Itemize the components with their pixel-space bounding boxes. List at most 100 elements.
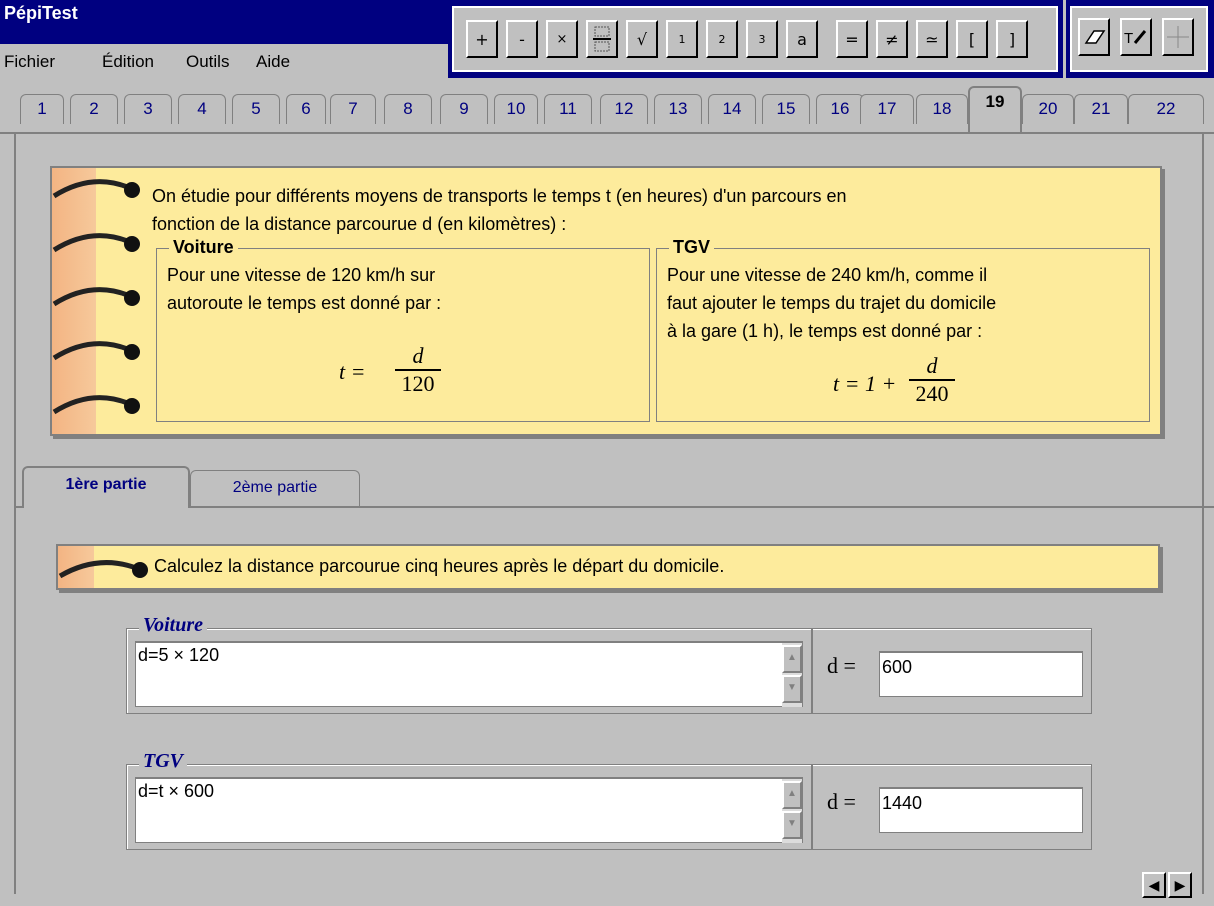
crosshair-icon[interactable] bbox=[1162, 18, 1194, 56]
tab-17[interactable]: 17 bbox=[860, 94, 914, 124]
tab-11[interactable]: 11 bbox=[544, 94, 592, 124]
spiral-rings-icon bbox=[52, 179, 140, 415]
exponent-2-icon[interactable]: 2 bbox=[706, 20, 738, 58]
voiture-line-1: Pour une vitesse de 120 km/h sur bbox=[167, 265, 436, 285]
answer-tgv: TGV d=t × 600 ▲ ▼ d = 1440 bbox=[126, 750, 1092, 850]
voiture-line-2: autoroute le temps est donné par : bbox=[167, 293, 442, 313]
scroll-up-icon[interactable]: ▲ bbox=[782, 645, 802, 673]
plus-icon[interactable]: + bbox=[466, 20, 498, 58]
tgv-groupbox: TGV Pour une vitesse de 240 km/h, comme … bbox=[656, 237, 1150, 422]
approx-icon[interactable]: ≃ bbox=[916, 20, 948, 58]
scroll-up-icon[interactable]: ▲ bbox=[782, 781, 802, 809]
tab-16[interactable]: 16 bbox=[816, 94, 864, 124]
exp2-label: 2 bbox=[718, 32, 726, 46]
not-equal-icon[interactable]: ≠ bbox=[876, 20, 908, 58]
tab-9[interactable]: 9 bbox=[440, 94, 488, 124]
tab-12[interactable]: 12 bbox=[600, 94, 648, 124]
tgv-description: Pour une vitesse de 240 km/h, comme il f… bbox=[667, 261, 996, 345]
menu-edition[interactable]: Édition bbox=[102, 52, 154, 72]
app-title: PépiTest bbox=[4, 3, 78, 23]
eraser-icon[interactable] bbox=[1078, 18, 1110, 56]
right-bracket-label: ] bbox=[1008, 29, 1016, 49]
result-label-tgv: d = bbox=[827, 789, 856, 814]
work-text-voiture: d=5 × 120 bbox=[138, 645, 220, 665]
math-toolbar: + - × √ 1 2 3 a = ≠ ≃ [ ] bbox=[448, 0, 1063, 78]
part-tab-divider bbox=[14, 506, 1214, 508]
tab-10[interactable]: 10 bbox=[494, 94, 538, 124]
exponent-3-icon[interactable]: 3 bbox=[746, 20, 778, 58]
left-bracket-icon[interactable]: [ bbox=[956, 20, 988, 58]
tgv-title: TGV bbox=[669, 237, 715, 258]
text-pen-icon[interactable]: T bbox=[1120, 18, 1152, 56]
voiture-formula-denominator: 120 bbox=[401, 371, 435, 396]
tab-8[interactable]: 8 bbox=[384, 94, 432, 124]
prev-arrow-icon[interactable]: ◀ bbox=[1142, 872, 1166, 898]
times-icon[interactable]: × bbox=[546, 20, 578, 58]
work-scrollbar-tgv[interactable]: ▲ ▼ bbox=[782, 779, 802, 843]
power-icon[interactable]: a bbox=[786, 20, 818, 58]
times-label: × bbox=[556, 31, 568, 47]
voiture-formula-numerator: d bbox=[395, 343, 441, 371]
tab-21[interactable]: 21 bbox=[1074, 94, 1128, 124]
voiture-description: Pour une vitesse de 120 km/h sur autorou… bbox=[167, 261, 441, 317]
tgv-formula-fraction: d 240 bbox=[909, 353, 955, 407]
minus-icon[interactable]: - bbox=[506, 20, 538, 58]
svg-text:T: T bbox=[1124, 30, 1133, 47]
approx-label: ≃ bbox=[925, 29, 939, 49]
exp1-label: 1 bbox=[678, 32, 686, 46]
tab-18[interactable]: 18 bbox=[916, 94, 968, 124]
menu-bar: Fichier Édition Outils Aide bbox=[0, 44, 448, 78]
intro-line-2: fonction de la distance parcourue d (en … bbox=[152, 214, 567, 234]
intro-text: On étudie pour différents moyens de tran… bbox=[152, 182, 1152, 238]
scroll-down-icon[interactable]: ▼ bbox=[782, 811, 802, 839]
minus-label: - bbox=[519, 29, 525, 49]
tab-2[interactable]: 2 bbox=[70, 94, 118, 124]
tab-3[interactable]: 3 bbox=[124, 94, 172, 124]
work-input-tgv[interactable]: d=t × 600 ▲ ▼ bbox=[135, 777, 803, 843]
equals-label: = bbox=[845, 29, 859, 49]
tools-toolbar: T bbox=[1066, 0, 1214, 78]
equals-icon[interactable]: = bbox=[836, 20, 868, 58]
intro-notebook: On étudie pour différents moyens de tran… bbox=[50, 166, 1162, 436]
tab-1[interactable]: 1 bbox=[20, 94, 64, 124]
tab-part-1[interactable]: 1ère partie bbox=[22, 466, 190, 508]
question-text: Calculez la distance parcourue cinq heur… bbox=[154, 556, 725, 576]
exponent-1-icon[interactable]: 1 bbox=[666, 20, 698, 58]
tgv-line-2: faut ajouter le temps du trajet du domic… bbox=[667, 293, 997, 313]
scroll-down-icon[interactable]: ▼ bbox=[782, 675, 802, 703]
spiral-ring-icon bbox=[58, 560, 148, 579]
menu-outils[interactable]: Outils bbox=[186, 52, 229, 72]
menu-fichier[interactable]: Fichier bbox=[4, 52, 55, 72]
right-bracket-icon[interactable]: ] bbox=[996, 20, 1028, 58]
exp3-label: 3 bbox=[758, 32, 766, 46]
voiture-groupbox: Voiture Pour une vitesse de 120 km/h sur… bbox=[156, 237, 650, 422]
tab-part-2[interactable]: 2ème partie bbox=[190, 470, 360, 508]
answer-voiture-title: Voiture bbox=[139, 614, 208, 637]
voiture-formula-fraction: d 120 bbox=[395, 343, 441, 397]
fraction-icon[interactable] bbox=[586, 20, 618, 58]
text-pen-glyph: T bbox=[1124, 30, 1147, 47]
work-input-voiture[interactable]: d=5 × 120 ▲ ▼ bbox=[135, 641, 803, 707]
intro-line-1: On étudie pour différents moyens de tran… bbox=[152, 186, 847, 206]
menu-aide[interactable]: Aide bbox=[256, 52, 290, 72]
tab-4[interactable]: 4 bbox=[178, 94, 226, 124]
crosshair-glyph bbox=[1167, 26, 1189, 48]
result-input-voiture[interactable]: 600 bbox=[879, 651, 1083, 697]
tab-20[interactable]: 20 bbox=[1022, 94, 1074, 124]
tgv-line-3: à la gare (1 h), le temps est donné par … bbox=[667, 321, 983, 341]
sqrt-icon[interactable]: √ bbox=[626, 20, 658, 58]
work-scrollbar-voiture[interactable]: ▲ ▼ bbox=[782, 643, 802, 707]
tab-6[interactable]: 6 bbox=[286, 94, 326, 124]
fraction-glyph bbox=[593, 26, 611, 52]
part-tabs: 1ère partie 2ème partie bbox=[14, 466, 1200, 508]
result-input-tgv[interactable]: 1440 bbox=[879, 787, 1083, 833]
tab-22[interactable]: 22 bbox=[1128, 94, 1204, 124]
tab-19[interactable]: 19 bbox=[968, 86, 1022, 132]
tab-14[interactable]: 14 bbox=[708, 94, 756, 124]
tab-7[interactable]: 7 bbox=[330, 94, 376, 124]
tab-5[interactable]: 5 bbox=[232, 94, 280, 124]
tab-15[interactable]: 15 bbox=[762, 94, 810, 124]
tab-13[interactable]: 13 bbox=[654, 94, 702, 124]
next-arrow-icon[interactable]: ▶ bbox=[1168, 872, 1192, 898]
title-bar: PépiTest bbox=[0, 0, 448, 44]
